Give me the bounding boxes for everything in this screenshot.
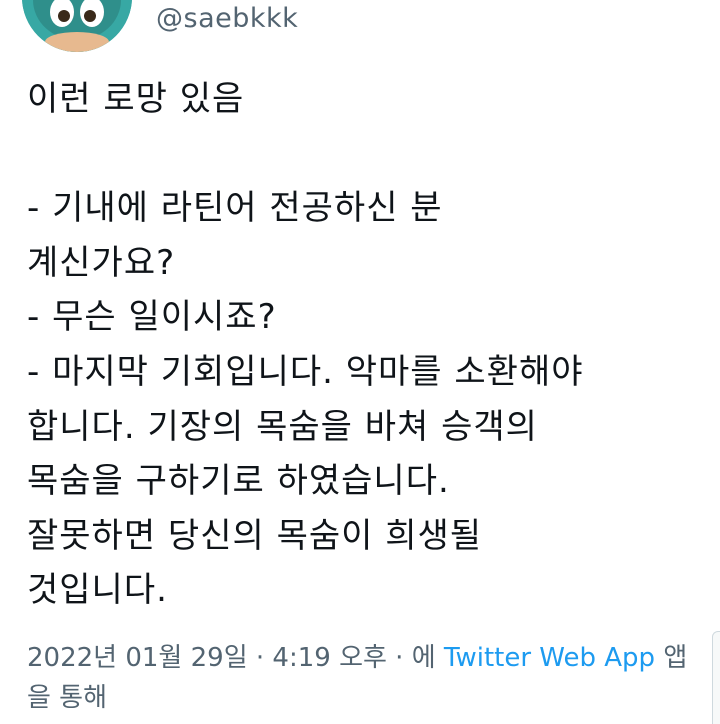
profile-avatar-icon [22, 0, 132, 52]
profile-avatar[interactable] [22, 0, 132, 52]
scrollbar[interactable] [712, 631, 720, 724]
tweet-meta: 2022년 01월 29일 · 4:19 오후 · 에 Twitter Web … [27, 638, 697, 718]
source-app-link[interactable]: Twitter Web App [444, 643, 655, 673]
tweet-text: 이런 로망 있음 - 기내에 라틴어 전공하신 분 계신가요? - 무슨 일이시… [27, 79, 584, 611]
author-handle[interactable]: @saebkkk [156, 3, 298, 34]
via-prefix: 에 [411, 643, 444, 673]
tweet-timestamp[interactable]: 2022년 01월 29일 · 4:19 오후 · [27, 643, 412, 673]
